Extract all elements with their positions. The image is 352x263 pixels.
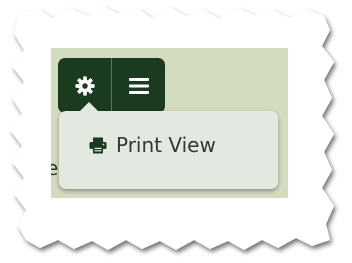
hamburger-menu-icon	[128, 77, 149, 94]
menu-item-print-view[interactable]: Print View	[89, 133, 216, 157]
printer-icon	[89, 137, 107, 153]
menu-item-label: Print View	[116, 133, 216, 157]
toolbar	[58, 58, 165, 113]
gear-icon	[74, 75, 95, 96]
app-viewport: er	[51, 48, 288, 198]
settings-dropdown-menu: Print View	[59, 102, 278, 189]
menu-button[interactable]	[112, 58, 165, 113]
screenshot-frame: er	[0, 0, 352, 263]
dropdown-caret	[79, 102, 99, 112]
